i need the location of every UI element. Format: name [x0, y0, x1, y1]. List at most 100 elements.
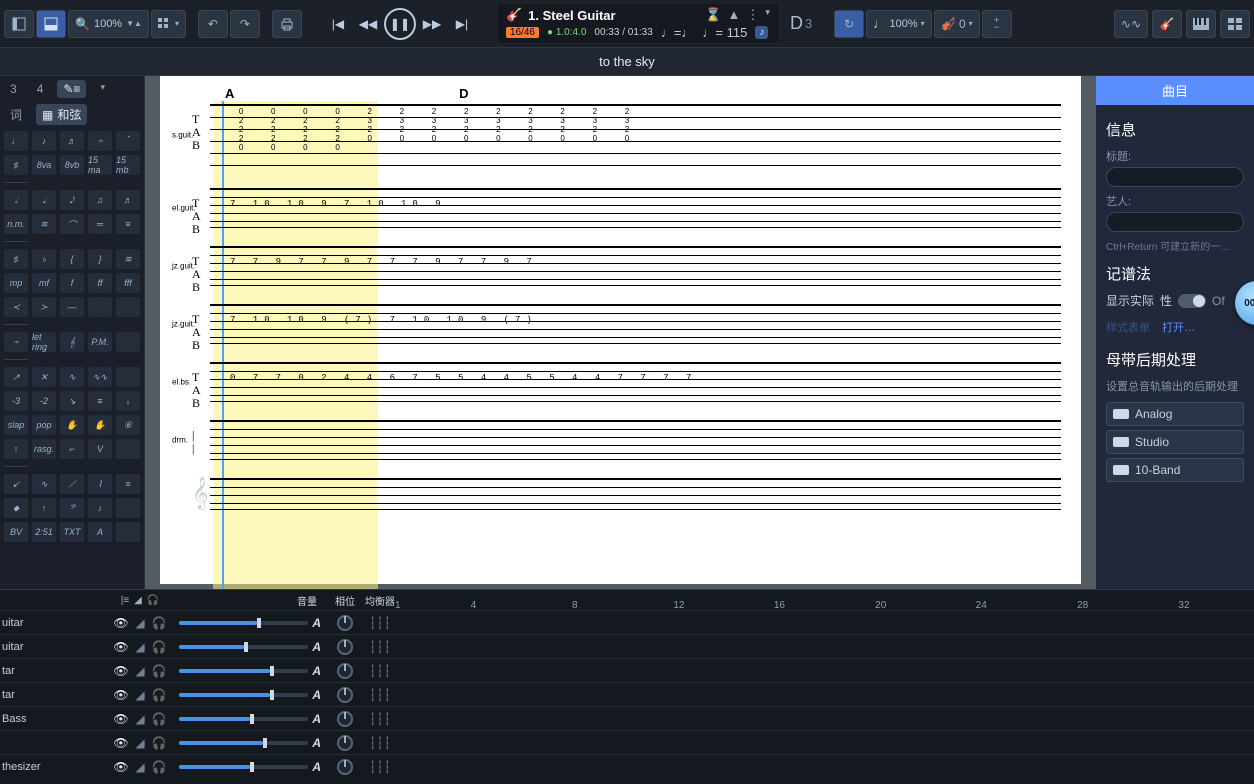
visibility-icon[interactable]: 👁 [114, 688, 128, 702]
mute-icon[interactable]: ◢ [133, 760, 147, 774]
volume-slider[interactable] [179, 717, 308, 721]
inspector-tab-song[interactable]: 曲目 [1096, 76, 1254, 105]
palette-glyph[interactable]: ≋ [116, 249, 140, 269]
palette-glyph[interactable]: rasg. [32, 439, 56, 459]
rewind-icon[interactable]: ◀◀ [354, 10, 382, 38]
eq-button[interactable]: ┆┆┆ [365, 616, 395, 630]
palette-glyph[interactable]: slap [4, 415, 28, 435]
panel-left-icon[interactable] [4, 10, 34, 38]
palette-glyph[interactable] [116, 332, 140, 352]
volume-slider[interactable] [179, 669, 308, 673]
mute-icon[interactable]: ◢ [133, 712, 147, 726]
track-name[interactable]: uitar [0, 641, 105, 653]
solo-icon[interactable]: 🎧 [152, 664, 166, 678]
track-name[interactable]: tar [0, 689, 105, 701]
automation-icon[interactable]: A [312, 760, 321, 774]
volume-slider[interactable] [179, 645, 308, 649]
palette-glyph[interactable]: V [88, 439, 112, 459]
visibility-icon[interactable]: 👁 [114, 616, 128, 630]
palette-glyph[interactable]: ≡ [88, 391, 112, 411]
go-start-icon[interactable]: |◀ [324, 10, 352, 38]
palette-glyph[interactable] [116, 522, 140, 542]
palette-glyph[interactable]: P.M. [88, 332, 112, 352]
palette-glyph[interactable]: ✕ [32, 367, 56, 387]
palette-glyph[interactable]: -2 [32, 391, 56, 411]
palette-glyph[interactable]: ⑥ [116, 415, 140, 435]
palette-glyph[interactable]: 𝅘𝅥𝅮 [60, 190, 84, 210]
visibility-icon[interactable]: 👁 [114, 664, 128, 678]
play-pause-button[interactable]: ❚❚ [384, 8, 416, 40]
master-analog[interactable]: Analog [1106, 402, 1244, 426]
track-name[interactable]: Bass [0, 713, 105, 725]
palette-glyph[interactable]: ♯ [4, 155, 28, 175]
palette-glyph[interactable]: ♬ [60, 131, 84, 151]
pan-knob[interactable] [337, 615, 353, 631]
palette-glyph[interactable] [88, 297, 112, 317]
title-input[interactable] [1106, 167, 1244, 187]
automation-icon[interactable]: A [312, 736, 321, 750]
tempo-preset-icon[interactable]: ♪ [755, 26, 768, 39]
eq-button[interactable]: ┆┆┆ [365, 760, 395, 774]
layout-tab-3[interactable]: 3 [4, 80, 23, 98]
score-view[interactable]: A D s.guit.TAB02220022200222002220232023… [145, 76, 1096, 589]
forward-icon[interactable]: ▶▶ [418, 10, 446, 38]
palette-glyph[interactable]: ↑ [4, 439, 28, 459]
automation-icon[interactable]: A [312, 688, 321, 702]
palette-glyph[interactable]: ♩ [4, 131, 28, 151]
mute-icon[interactable]: ◢ [133, 640, 147, 654]
palette-glyph[interactable]: ✋ [60, 415, 84, 435]
layout-tab-4[interactable]: 4 [31, 80, 50, 98]
eq-button[interactable]: ┆┆┆ [365, 664, 395, 678]
solo-icon[interactable]: 🎧 [152, 688, 166, 702]
palette-glyph[interactable]: ♫ [88, 190, 112, 210]
mute-icon[interactable]: ◢ [133, 616, 147, 630]
solo-icon[interactable]: 🎧 [152, 712, 166, 726]
artist-input[interactable] [1106, 212, 1244, 232]
pan-knob[interactable] [337, 735, 353, 751]
palette-glyph[interactable]: let ring [32, 332, 56, 352]
link-stylesheet[interactable]: 样式表单 [1106, 319, 1150, 335]
palette-glyph[interactable]: ∿ [32, 474, 56, 494]
hourglass-icon[interactable]: ⌛ [705, 7, 721, 23]
palette-glyph[interactable]: ⌇ [88, 474, 112, 494]
palette-glyph[interactable]: ♯ [4, 249, 28, 269]
track-name[interactable]: thesizer [0, 761, 105, 773]
palette-glyph[interactable]: pop [32, 415, 56, 435]
pan-knob[interactable] [337, 759, 353, 775]
pan-knob[interactable] [337, 663, 353, 679]
automation-icon[interactable]: A [312, 616, 321, 630]
palette-glyph[interactable]: ⟋ [60, 474, 84, 494]
palette-glyph[interactable]: n.m. [4, 214, 28, 234]
palette-glyph[interactable]: ♪ [88, 498, 112, 518]
edit-tab-icon[interactable]: ✎≡ [57, 80, 86, 98]
loop-button[interactable]: ↻ [834, 10, 864, 38]
metronome-icon[interactable]: ▲ [728, 7, 741, 23]
palette-glyph[interactable]: ↑ [32, 498, 56, 518]
palette-glyph[interactable]: f [60, 273, 84, 293]
automation-icon[interactable]: A [312, 664, 321, 678]
dropdown-icon[interactable]: ▾ [765, 7, 770, 23]
transpose-button[interactable]: +− [982, 10, 1012, 38]
mute-icon[interactable]: ◢ [133, 664, 147, 678]
palette-glyph[interactable]: 𝅘𝅥 [32, 190, 56, 210]
master-studio[interactable]: Studio [1106, 430, 1244, 454]
palette-glyph[interactable]: ═ [88, 214, 112, 234]
keyboard-icon[interactable] [1186, 10, 1216, 38]
eq-button[interactable]: ┆┆┆ [365, 640, 395, 654]
palette-glyph[interactable]: — [60, 297, 84, 317]
palette-glyph[interactable] [116, 297, 140, 317]
track-name[interactable]: tar [0, 665, 105, 677]
palette-glyph[interactable]: BV [4, 522, 28, 542]
palette-glyph[interactable]: 2:51 [32, 522, 56, 542]
palette-glyph[interactable]: fff [116, 273, 140, 293]
palette-glyph[interactable]: ↗ [4, 367, 28, 387]
palette-glyph[interactable]: { [60, 249, 84, 269]
palette-glyph[interactable]: ⌐ [60, 439, 84, 459]
palette-glyph[interactable]: 15 ma [88, 155, 112, 175]
mute-icon[interactable]: ◢ [133, 736, 147, 750]
palette-glyph[interactable]: ↙ [4, 474, 28, 494]
more-icon[interactable]: ⋮ [746, 7, 759, 23]
palette-glyph[interactable]: A [88, 522, 112, 542]
automation-icon[interactable]: A [312, 640, 321, 654]
tuning-combo[interactable]: 🎻 0▾ [934, 10, 980, 38]
